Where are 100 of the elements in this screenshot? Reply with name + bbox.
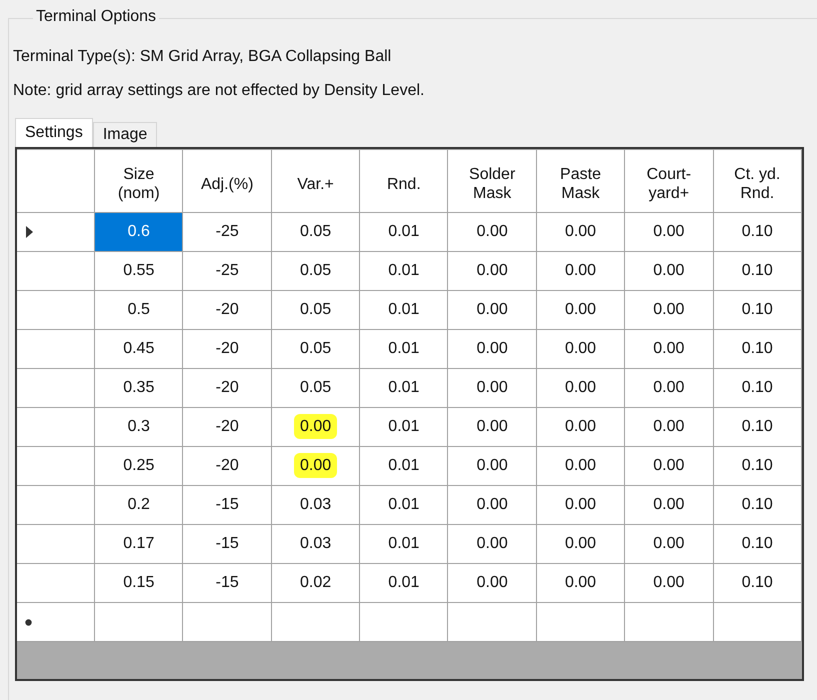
table-cell[interactable]: 0.00	[624, 252, 714, 290]
table-cell[interactable]: 0.55	[94, 252, 183, 290]
table-cell[interactable]: 0.01	[360, 486, 448, 524]
table-cell[interactable]: 0.00	[536, 252, 625, 290]
table-cell[interactable]: 0.01	[360, 368, 448, 408]
table-cell[interactable]: -20	[182, 368, 272, 408]
column-header[interactable]: Solder Mask	[448, 150, 536, 212]
table-cell[interactable]: 0.00	[448, 524, 536, 564]
table-cell[interactable]: 0.10	[713, 212, 802, 252]
table-cell[interactable]: 0.10	[713, 408, 802, 446]
column-header[interactable]: Court- yard+	[624, 150, 714, 212]
table-cell[interactable]: 0.00	[536, 368, 625, 408]
column-header[interactable]: Size (nom)	[94, 150, 183, 212]
table-cell[interactable]: 0.10	[713, 524, 802, 564]
table-cell[interactable]: 0.00	[536, 486, 625, 524]
table-cell[interactable]: 0.01	[360, 446, 448, 486]
table-cell[interactable]: -15	[182, 524, 272, 564]
row-header[interactable]	[17, 252, 95, 290]
table-cell[interactable]: 0.15	[94, 564, 183, 602]
table-cell[interactable]: -15	[182, 564, 272, 602]
table-cell[interactable]: 0.05	[271, 290, 360, 330]
table-cell[interactable]: 0.01	[360, 524, 448, 564]
table-cell[interactable]: -20	[182, 290, 272, 330]
table-cell[interactable]: 0.00	[271, 408, 360, 446]
table-cell[interactable]: 0.00	[624, 290, 714, 330]
table-cell[interactable]: 0.00	[448, 486, 536, 524]
table-cell[interactable]: 0.2	[94, 486, 183, 524]
row-header[interactable]	[17, 330, 95, 368]
table-cell[interactable]: 0.00	[624, 486, 714, 524]
table-cell[interactable]: 0.03	[271, 486, 360, 524]
table-cell[interactable]: 0.10	[713, 564, 802, 602]
table-cell[interactable]: -20	[182, 330, 272, 368]
table-cell[interactable]: 0.10	[713, 446, 802, 486]
table-cell[interactable]: 0.05	[271, 252, 360, 290]
row-header[interactable]	[17, 486, 95, 524]
table-cell[interactable]: 0.00	[624, 564, 714, 602]
table-cell[interactable]: 0.00	[448, 252, 536, 290]
table-cell[interactable]: 0.10	[713, 486, 802, 524]
table-cell[interactable]: -15	[182, 486, 272, 524]
row-header[interactable]	[17, 290, 95, 330]
table-cell[interactable]: 0.01	[360, 290, 448, 330]
row-header[interactable]	[17, 564, 95, 602]
row-header[interactable]	[17, 408, 95, 446]
table-cell[interactable]: -20	[182, 446, 272, 486]
table-cell[interactable]: 0.05	[271, 330, 360, 368]
table-cell[interactable]: 0.00	[448, 212, 536, 252]
table-cell[interactable]: 0.10	[713, 368, 802, 408]
table-cell[interactable]: 0.6	[94, 212, 183, 252]
table-cell[interactable]: 0.01	[360, 212, 448, 252]
table-cell[interactable]: 0.00	[536, 446, 625, 486]
column-header[interactable]: Paste Mask	[536, 150, 625, 212]
table-cell[interactable]: 0.05	[271, 212, 360, 252]
table-cell[interactable]: 0.00	[536, 408, 625, 446]
table-cell[interactable]: 0.00	[448, 290, 536, 330]
table-cell[interactable]: 0.00	[536, 330, 625, 368]
table-cell[interactable]: 0.10	[713, 290, 802, 330]
table-cell[interactable]: 0.10	[713, 252, 802, 290]
table-cell[interactable]: 0.00	[536, 212, 625, 252]
table-cell[interactable]: 0.45	[94, 330, 183, 368]
table-cell[interactable]: 0.00	[624, 212, 714, 252]
table-cell[interactable]: 0.3	[94, 408, 183, 446]
table-cell[interactable]: 0.00	[624, 368, 714, 408]
table-cell[interactable]: 0.01	[360, 252, 448, 290]
table-cell[interactable]: 0.00	[624, 330, 714, 368]
table-cell[interactable]: 0.00	[448, 368, 536, 408]
table-cell[interactable]: 0.17	[94, 524, 183, 564]
table-cell[interactable]: 0.03	[271, 524, 360, 564]
tab[interactable]: Settings	[15, 118, 93, 147]
table-cell[interactable]: 0.02	[271, 564, 360, 602]
table-cell[interactable]: 0.00	[448, 408, 536, 446]
row-header[interactable]	[17, 524, 95, 564]
column-header[interactable]: Ct. yd. Rnd.	[713, 150, 802, 212]
column-header[interactable]: Rnd.	[360, 150, 448, 212]
table-cell[interactable]: -25	[182, 212, 272, 252]
table-cell[interactable]: -25	[182, 252, 272, 290]
table-cell[interactable]: 0.35	[94, 368, 183, 408]
row-header[interactable]	[17, 368, 95, 408]
table-cell[interactable]: 0.00	[448, 564, 536, 602]
tab[interactable]: Image	[92, 122, 158, 147]
table-cell[interactable]: 0.00	[536, 290, 625, 330]
table-cell[interactable]: 0.25	[94, 446, 183, 486]
table-cell[interactable]: 0.5	[94, 290, 183, 330]
table-cell[interactable]: 0.10	[713, 330, 802, 368]
row-header[interactable]	[17, 446, 95, 486]
table-cell[interactable]: 0.01	[360, 564, 448, 602]
row-header[interactable]	[17, 212, 95, 252]
table-cell[interactable]: 0.05	[271, 368, 360, 408]
table-cell[interactable]: 0.00	[624, 446, 714, 486]
table-cell[interactable]: 0.00	[536, 564, 625, 602]
table-cell[interactable]: 0.00	[271, 446, 360, 486]
table-cell[interactable]: 0.00	[448, 446, 536, 486]
table-cell[interactable]: 0.00	[448, 330, 536, 368]
table-cell[interactable]: -20	[182, 408, 272, 446]
table-cell[interactable]: 0.00	[536, 524, 625, 564]
table-cell[interactable]: 0.01	[360, 408, 448, 446]
column-header[interactable]: Adj.(%)	[182, 150, 272, 212]
table-cell[interactable]: 0.00	[624, 524, 714, 564]
table-cell[interactable]: 0.01	[360, 330, 448, 368]
table-cell[interactable]: 0.00	[624, 408, 714, 446]
column-header[interactable]: Var.+	[271, 150, 360, 212]
